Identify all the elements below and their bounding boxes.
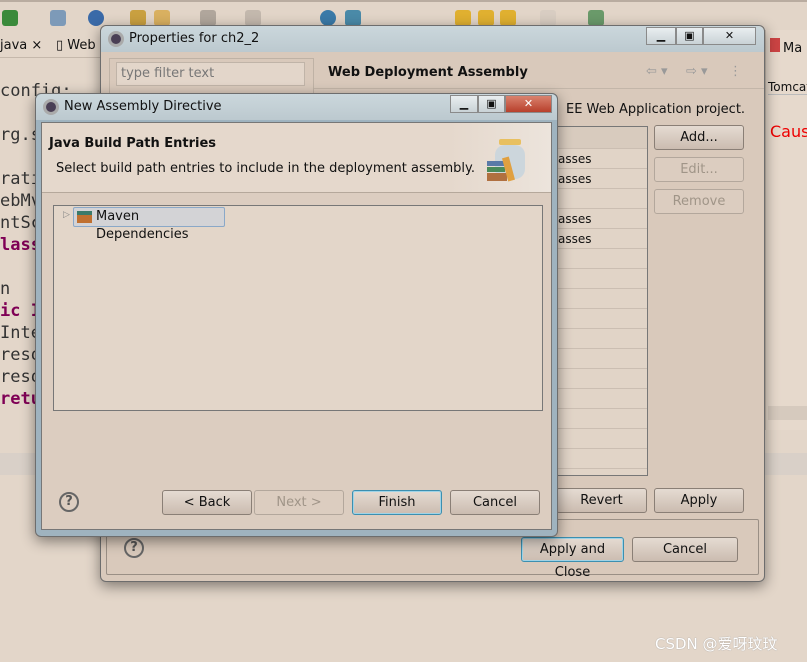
brush-icon[interactable] bbox=[154, 10, 170, 26]
next-button[interactable]: Next > bbox=[254, 490, 344, 515]
pin-icon[interactable] bbox=[200, 10, 216, 26]
help-icon[interactable]: ? bbox=[124, 538, 144, 558]
search-icon[interactable] bbox=[345, 10, 361, 26]
edit-button[interactable]: Edit... bbox=[654, 157, 744, 182]
minimize-button[interactable]: ▁ bbox=[646, 27, 676, 45]
filter-input[interactable]: type filter text bbox=[116, 62, 305, 86]
next-annotation-icon[interactable] bbox=[478, 10, 494, 26]
perspective-icon[interactable] bbox=[588, 10, 604, 26]
new-server-icon[interactable] bbox=[50, 10, 66, 26]
back-icon[interactable] bbox=[500, 10, 516, 26]
tree-item-label: Maven Dependencies bbox=[96, 209, 189, 242]
maximize-button[interactable]: ▣ bbox=[676, 27, 703, 45]
revert-button[interactable]: Revert bbox=[556, 488, 647, 513]
finish-button[interactable]: Finish bbox=[352, 490, 442, 515]
back-button[interactable]: < Back bbox=[162, 490, 252, 515]
menu-icon[interactable]: ⋮ bbox=[729, 64, 742, 79]
editor-tab-web[interactable]: ▯ Web bbox=[56, 38, 96, 53]
apply-button[interactable]: Apply bbox=[654, 488, 744, 513]
title-bar: Properties for ch2_2 ▁ ▣ ✕ bbox=[101, 26, 764, 52]
right-panel: Ma Tomcat Caus bbox=[765, 30, 807, 430]
tab-label: java bbox=[0, 38, 28, 53]
watermark: CSDN @爱呀玟玟 bbox=[655, 635, 778, 653]
wizard-header: Java Build Path Entries Select build pat… bbox=[42, 123, 551, 193]
maximize-button[interactable]: ▣ bbox=[478, 95, 505, 113]
console-error-text: Caus bbox=[770, 122, 807, 141]
tab-label: Ma bbox=[783, 41, 803, 56]
new-assembly-directive-dialog: New Assembly Directive ▁ ▣ ✕ Java Build … bbox=[35, 93, 558, 537]
cancel-button[interactable]: Cancel bbox=[450, 490, 540, 515]
eclipse-icon bbox=[43, 99, 59, 115]
tree-item-maven-dependencies[interactable]: Maven Dependencies bbox=[73, 207, 225, 242]
expand-arrow-icon[interactable]: ▷ bbox=[63, 210, 70, 220]
spring-icon[interactable] bbox=[88, 10, 104, 26]
apply-and-close-button[interactable]: Apply and Close bbox=[521, 537, 624, 580]
dialog-body: Java Build Path Entries Select build pat… bbox=[41, 122, 552, 530]
library-icon bbox=[77, 211, 92, 223]
separator bbox=[314, 88, 764, 89]
back-nav-icon[interactable]: ⇦ ▾ bbox=[646, 64, 668, 79]
dialog-title: New Assembly Directive bbox=[64, 99, 222, 114]
remove-button[interactable]: Remove bbox=[654, 189, 744, 214]
minimize-button[interactable]: ▁ bbox=[450, 95, 478, 113]
block-icon[interactable] bbox=[245, 10, 261, 26]
wizard-description: Select build path entries to include in … bbox=[56, 161, 475, 176]
open-folder-icon[interactable] bbox=[130, 10, 146, 26]
console-label: Tomcat bbox=[768, 80, 807, 95]
close-button[interactable]: ✕ bbox=[505, 95, 552, 113]
editor-tab-java[interactable]: java × bbox=[0, 38, 42, 53]
page-title: Web Deployment Assembly bbox=[328, 65, 528, 80]
forward-nav-icon[interactable]: ⇨ ▾ bbox=[686, 64, 708, 79]
prev-annotation-icon[interactable] bbox=[455, 10, 471, 26]
horizontal-scrollbar[interactable] bbox=[768, 406, 807, 420]
tab-label: Web bbox=[67, 38, 96, 53]
wizard-heading: Java Build Path Entries bbox=[49, 136, 217, 151]
right-panel-tab[interactable]: Ma bbox=[770, 38, 802, 56]
library-jar-icon bbox=[487, 139, 527, 183]
build-path-tree[interactable]: ▷ Maven Dependencies bbox=[53, 205, 543, 411]
cancel-button[interactable]: Cancel bbox=[632, 537, 738, 562]
dialog-title: Properties for ch2_2 bbox=[129, 31, 260, 46]
editor-tabs: java × ▯ Web bbox=[0, 34, 100, 58]
forward-icon[interactable] bbox=[540, 10, 556, 26]
eclipse-icon bbox=[108, 31, 124, 47]
globe-icon[interactable] bbox=[320, 10, 336, 26]
page-description: EE Web Application project. bbox=[566, 102, 746, 117]
help-icon[interactable]: ? bbox=[59, 492, 79, 512]
run-icon[interactable] bbox=[2, 10, 18, 26]
title-bar: New Assembly Directive ▁ ▣ ✕ bbox=[36, 94, 557, 120]
close-button[interactable]: ✕ bbox=[703, 27, 756, 45]
add-button[interactable]: Add... bbox=[654, 125, 744, 150]
